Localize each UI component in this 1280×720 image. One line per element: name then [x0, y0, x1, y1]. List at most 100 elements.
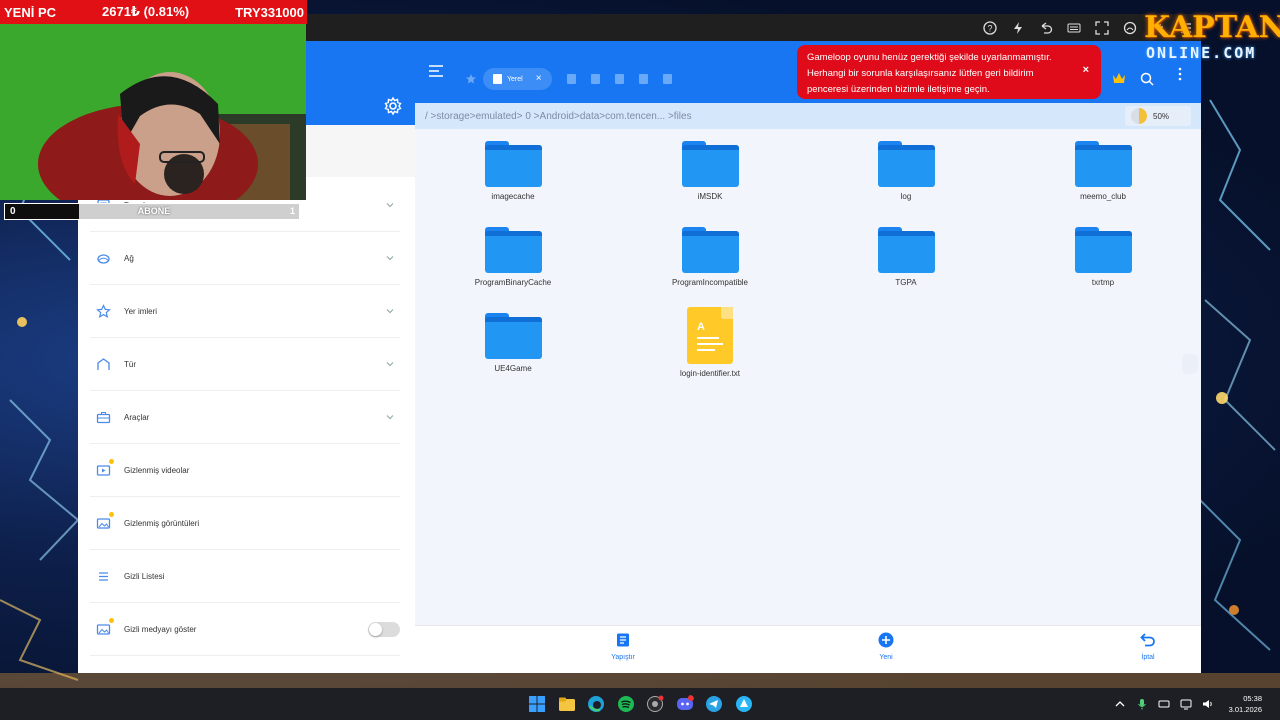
chevron-down-icon: [386, 362, 394, 367]
channel-logo: KAPTAN ONLINE.COM: [1140, 10, 1280, 64]
volume-icon[interactable]: [1202, 698, 1214, 710]
toolbox-icon: [94, 408, 112, 426]
keyboard-layout-icon[interactable]: [1158, 698, 1170, 710]
sidebar-item-hidden-videos[interactable]: Gizlenmiş videolar: [90, 444, 400, 497]
folder-icon: [484, 141, 542, 187]
folder-item[interactable]: UE4Game: [453, 313, 573, 383]
folder-item[interactable]: log: [846, 141, 966, 211]
storage-usage-chip[interactable]: 50%: [1125, 106, 1191, 126]
storage-percent: 50%: [1153, 111, 1170, 121]
monitor-icon[interactable]: [1180, 698, 1192, 710]
subscriber-count: 0: [5, 204, 79, 219]
spotify-icon[interactable]: [617, 695, 635, 713]
sidebar-item-hidden-list[interactable]: Gizli Listesi: [90, 550, 400, 603]
new-button[interactable]: Yeni: [856, 632, 916, 661]
paste-button[interactable]: Yapıştır: [593, 632, 653, 661]
crown-icon[interactable]: [1112, 72, 1126, 84]
hamburger-menu-icon[interactable]: [429, 65, 443, 77]
file-explorer-icon[interactable]: [558, 695, 576, 713]
star-icon: [94, 302, 112, 320]
paste-label: Yapıştır: [611, 654, 635, 661]
donation-ticker: YENİ PC 2671₺ (0.81%) TRY331000: [0, 0, 307, 24]
bottom-action-bar: Yapıştır Yeni İptal: [415, 625, 1201, 673]
side-drag-handle[interactable]: [1182, 354, 1198, 374]
tab-label: Yerel: [507, 75, 523, 83]
sidebar-item-label: Ağ: [124, 253, 134, 263]
tab-strip: Yerel ×: [465, 68, 672, 90]
tab-page-icon[interactable]: [566, 74, 576, 84]
sidebar-item-bookmarks[interactable]: Yer imleri: [90, 285, 400, 338]
edge-browser-icon[interactable]: [587, 695, 605, 713]
new-label: Yeni: [879, 654, 893, 661]
toast-close-button[interactable]: ×: [1083, 64, 1089, 76]
undo-icon[interactable]: [1037, 19, 1055, 37]
toast-message-line: penceresi üzerinden bizimle iletişime ge…: [807, 84, 990, 95]
tab-page-icon[interactable]: [590, 74, 600, 84]
file-item[interactable]: A login-identifier.txt: [650, 307, 770, 383]
file-name: iMSDK: [697, 192, 723, 201]
sidebar-item-label: Tür: [124, 359, 136, 369]
gamepad-icon[interactable]: [1121, 19, 1139, 37]
gameloop-icon[interactable]: [735, 695, 753, 713]
chrome-icon[interactable]: [646, 695, 664, 713]
folder-item[interactable]: ProgramIncompatible: [650, 227, 770, 297]
chevron-down-icon: [386, 309, 394, 314]
folder-item[interactable]: txrtmp: [1043, 227, 1163, 297]
telegram-icon[interactable]: [705, 695, 723, 713]
tab-close-button[interactable]: ×: [536, 74, 542, 84]
clock-date: 3.01.2026: [1228, 705, 1262, 714]
file-name: txrtmp: [1091, 278, 1115, 287]
fullscreen-icon[interactable]: [1093, 19, 1111, 37]
sidebar-item-label: Gizlenmiş görüntüleri: [124, 518, 200, 528]
folder-item[interactable]: imagecache: [453, 141, 573, 211]
cancel-button[interactable]: İptal: [1118, 632, 1178, 661]
webcam-overlay: [0, 24, 306, 200]
toast-message-line: Gameloop oyunu henüz gerektiği şekilde u…: [807, 52, 1052, 63]
start-menu-icon[interactable]: [528, 695, 546, 713]
cancel-label: İptal: [1141, 654, 1155, 661]
logo-line2: ONLINE.COM: [1146, 44, 1257, 62]
search-icon[interactable]: [1140, 72, 1154, 86]
undo-arrow-icon: [1140, 633, 1155, 647]
settings-gear-icon[interactable]: [383, 96, 403, 116]
breadcrumb-path[interactable]: / >storage>emulated> 0 >Android>data>com…: [425, 111, 692, 122]
home-tab-icon[interactable]: [465, 73, 477, 85]
system-clock[interactable]: 05:38 3.01.2026: [1229, 693, 1262, 715]
sidebar-item-network[interactable]: Ağ: [90, 232, 400, 285]
main-panel: Yerel × / >storage>emulated> 0 >Android>…: [415, 41, 1201, 673]
file-name: ProgramIncompatible: [671, 278, 749, 287]
more-vert-icon[interactable]: [1177, 67, 1183, 81]
tab-page-icon[interactable]: [638, 74, 648, 84]
file-name: log: [900, 192, 912, 201]
folder-item[interactable]: ProgramBinaryCache: [453, 227, 573, 297]
folder-item[interactable]: TGPA: [846, 227, 966, 297]
storage-pie-icon: [1131, 108, 1147, 124]
folder-item[interactable]: meemo_club: [1043, 141, 1163, 211]
sidebar-item-hidden-images[interactable]: Gizlenmiş görüntüleri: [90, 497, 400, 550]
windows-taskbar: 05:38 3.01.2026: [0, 688, 1280, 720]
tab-page-icon[interactable]: [614, 74, 624, 84]
discord-icon[interactable]: [676, 695, 694, 713]
chevron-up-icon[interactable]: [1114, 698, 1126, 710]
keyboard-icon[interactable]: [1065, 19, 1083, 37]
folder-icon: [1074, 227, 1132, 273]
tab-local[interactable]: Yerel ×: [483, 68, 552, 90]
file-name: imagecache: [491, 192, 535, 201]
ticker-goal: TRY331000: [235, 4, 304, 20]
microphone-icon[interactable]: [1136, 698, 1148, 710]
file-name: UE4Game: [494, 364, 532, 373]
chevron-down-icon: [386, 203, 394, 208]
chevron-down-icon: [386, 256, 394, 261]
sidebar-item-label: Gizlenmiş videolar: [124, 465, 190, 475]
sidebar-item-tools[interactable]: Araçlar: [90, 391, 400, 444]
folder-icon: [681, 227, 739, 273]
boost-icon[interactable]: [1009, 19, 1027, 37]
breadcrumb[interactable]: / >storage>emulated> 0 >Android>data>com…: [415, 103, 1201, 129]
file-tab-icon: [493, 74, 502, 84]
help-icon[interactable]: ?: [981, 19, 999, 37]
show-hidden-media-toggle[interactable]: [368, 621, 400, 637]
text-file-icon: A: [687, 307, 733, 364]
sidebar-item-type[interactable]: Tür: [90, 338, 400, 391]
folder-item[interactable]: iMSDK: [650, 141, 770, 211]
tab-page-icon[interactable]: [662, 74, 672, 84]
